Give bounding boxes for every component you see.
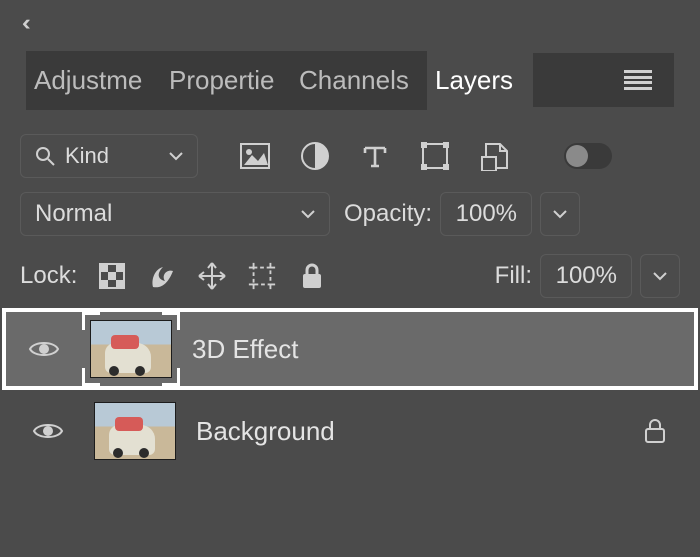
layer-row-3d-effect[interactable]: 3D Effect (2, 308, 698, 390)
blend-row: Normal Opacity: 100% (20, 192, 680, 236)
fill-group: Fill: 100% (495, 254, 680, 298)
lock-row: Lock: Fill: 100% (20, 254, 680, 298)
opacity-chevron[interactable] (540, 192, 580, 236)
search-icon (35, 146, 55, 166)
selection-bracket-icon (162, 312, 180, 330)
filter-shape-icon[interactable] (418, 139, 452, 173)
blend-mode-value: Normal (35, 200, 112, 228)
layer-locked-icon (644, 418, 666, 444)
chevron-down-icon (553, 209, 567, 219)
lock-all-icon[interactable] (297, 261, 327, 291)
eye-icon (32, 420, 64, 442)
tab-layers[interactable]: Layers (427, 51, 533, 110)
filter-pixel-icon[interactable] (238, 139, 272, 173)
layers-panel: ‹‹ Adjustme Propertie Channels Layers Ki… (0, 0, 700, 557)
tab-properties[interactable]: Propertie (161, 51, 291, 110)
layer-name-label[interactable]: Background (196, 416, 644, 447)
lock-image-icon[interactable] (147, 261, 177, 291)
filter-toggle[interactable] (564, 143, 612, 169)
fill-label: Fill: (495, 262, 532, 290)
opacity-group: Opacity: 100% (344, 192, 580, 236)
panel-collapse-icon[interactable]: ‹‹ (22, 10, 25, 36)
layer-row-background[interactable]: Background (20, 390, 680, 472)
panel-menu-icon[interactable] (624, 70, 652, 90)
layer-thumbnail[interactable] (94, 402, 176, 460)
layers-panel-body: Kind (0, 110, 700, 472)
layer-thumbnail[interactable] (90, 320, 172, 378)
opacity-label: Opacity: (344, 200, 432, 228)
fill-input[interactable]: 100% (540, 254, 632, 298)
chevron-down-icon (653, 271, 667, 281)
kind-filter-label: Kind (65, 143, 169, 169)
lock-label: Lock: (20, 262, 77, 290)
filter-smartobject-icon[interactable] (478, 139, 512, 173)
filter-type-icon[interactable] (358, 139, 392, 173)
layer-name-label[interactable]: 3D Effect (192, 334, 670, 365)
tab-gutter (533, 53, 674, 107)
tab-adjustments[interactable]: Adjustme (26, 51, 161, 110)
chevron-down-icon (169, 151, 183, 161)
lock-icons (97, 261, 327, 291)
kind-filter-select[interactable]: Kind (20, 134, 198, 178)
lock-transparent-icon[interactable] (97, 261, 127, 291)
selection-bracket-icon (162, 368, 180, 386)
filter-row: Kind (20, 134, 680, 178)
selection-bracket-icon (82, 312, 100, 330)
eye-icon (28, 338, 60, 360)
opacity-input[interactable]: 100% (440, 192, 532, 236)
blend-mode-select[interactable]: Normal (20, 192, 330, 236)
layer-visibility-toggle[interactable] (30, 420, 66, 442)
tab-channels[interactable]: Channels (291, 51, 427, 110)
selection-bracket-icon (82, 368, 100, 386)
panel-tab-bar: Adjustme Propertie Channels Layers (0, 0, 700, 110)
lock-position-icon[interactable] (197, 261, 227, 291)
layer-type-filters (238, 139, 612, 173)
lock-artboard-icon[interactable] (247, 261, 277, 291)
layers-list: 3D Effect Background (20, 308, 680, 472)
fill-chevron[interactable] (640, 254, 680, 298)
chevron-down-icon (301, 209, 315, 219)
filter-adjustment-icon[interactable] (298, 139, 332, 173)
layer-visibility-toggle[interactable] (26, 338, 62, 360)
